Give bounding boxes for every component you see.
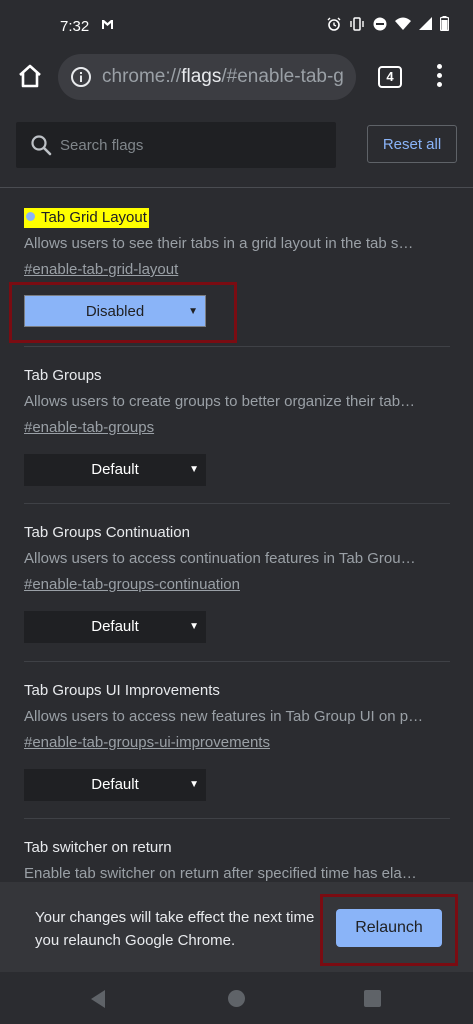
status-time: 7:32	[60, 18, 90, 35]
status-bar: 7:32	[0, 0, 473, 50]
flag-list: Tab Grid Layout Allows users to see thei…	[0, 188, 473, 882]
gmail-icon	[101, 18, 114, 33]
flag-title: Tab Groups	[24, 367, 102, 384]
flag-item: Tab Groups UI Improvements Allows users …	[24, 681, 450, 801]
flag-select[interactable]: Default ▼	[24, 769, 206, 801]
flag-select-value: Default	[91, 461, 139, 478]
flag-link[interactable]: #enable-tab-grid-layout	[24, 260, 450, 280]
url-text[interactable]: chrome://flags/#enable-tab-g	[102, 66, 344, 88]
flag-select-value: Default	[91, 618, 139, 635]
annotation-frame	[320, 894, 458, 966]
flag-link[interactable]: #enable-tab-groups-ui-improvements	[24, 733, 450, 753]
system-nav-bar	[0, 972, 473, 1024]
vibrate-icon	[349, 16, 365, 36]
flag-description: Allows users to access continuation feat…	[24, 550, 416, 567]
flag-description: Allows users to see their tabs in a grid…	[24, 235, 414, 252]
flag-title: Tab Grid Layout	[24, 208, 149, 228]
recents-icon[interactable]	[364, 990, 381, 1007]
url-host: flags	[181, 66, 222, 87]
battery-icon	[439, 16, 450, 36]
divider	[24, 503, 450, 504]
url-path: /#enable-tab-g	[221, 66, 344, 87]
flag-select[interactable]: Default ▼	[24, 454, 206, 486]
dropdown-arrow-icon: ▼	[189, 621, 199, 632]
back-icon[interactable]	[89, 989, 107, 1009]
signal-icon	[419, 17, 432, 35]
divider	[24, 661, 450, 662]
dropdown-arrow-icon: ▼	[189, 779, 199, 790]
dropdown-arrow-icon: ▼	[189, 464, 199, 475]
flag-item: Tab Groups Continuation Allows users to …	[24, 523, 450, 643]
flag-item: Tab Groups Allows users to create groups…	[24, 366, 450, 486]
home-icon	[19, 64, 41, 88]
flag-link[interactable]: #enable-tab-groups-continuation	[24, 575, 450, 595]
home-nav-icon[interactable]	[228, 990, 245, 1007]
flag-select[interactable]: Default ▼	[24, 611, 206, 643]
flag-description: Allows users to access new features in T…	[24, 708, 424, 725]
flag-title: Tab Groups Continuation	[24, 524, 190, 541]
home-button[interactable]	[14, 60, 46, 92]
url-scheme: chrome://	[102, 66, 182, 87]
flag-title: Tab switcher on return	[24, 839, 172, 856]
reset-all-button[interactable]: Reset all	[367, 125, 457, 163]
browser-toolbar: chrome://flags/#enable-tab-g 4	[0, 50, 473, 108]
info-icon[interactable]	[70, 66, 92, 88]
alarm-icon	[327, 17, 341, 36]
search-input[interactable]	[60, 122, 330, 168]
flag-select-value: Default	[91, 776, 139, 793]
relaunch-bar: Your changes will take effect the next t…	[0, 882, 473, 972]
do-not-disturb-icon	[373, 17, 387, 36]
flags-header: Reset all	[0, 108, 473, 188]
flag-item: Tab switcher on return Enable tab switch…	[24, 838, 450, 882]
address-bar[interactable]: chrome://flags/#enable-tab-g	[58, 54, 356, 100]
flag-description: Allows users to create groups to better …	[24, 393, 416, 410]
search-icon	[31, 135, 52, 156]
flag-link[interactable]: #enable-tab-groups	[24, 418, 450, 438]
divider	[24, 818, 450, 819]
modified-dot-icon	[26, 212, 35, 221]
flag-description: Enable tab switcher on return after spec…	[24, 865, 417, 882]
flag-title: Tab Groups UI Improvements	[24, 682, 220, 699]
divider	[24, 346, 450, 347]
flag-title-text: Tab Grid Layout	[41, 209, 147, 226]
relaunch-message: Your changes will take effect the next t…	[35, 909, 315, 949]
tab-switcher-button[interactable]: 4	[378, 66, 402, 88]
status-icons	[327, 16, 450, 36]
wifi-icon	[395, 17, 411, 35]
search-box[interactable]	[16, 122, 336, 168]
annotation-frame	[9, 282, 237, 343]
overflow-menu-icon[interactable]	[432, 64, 446, 90]
